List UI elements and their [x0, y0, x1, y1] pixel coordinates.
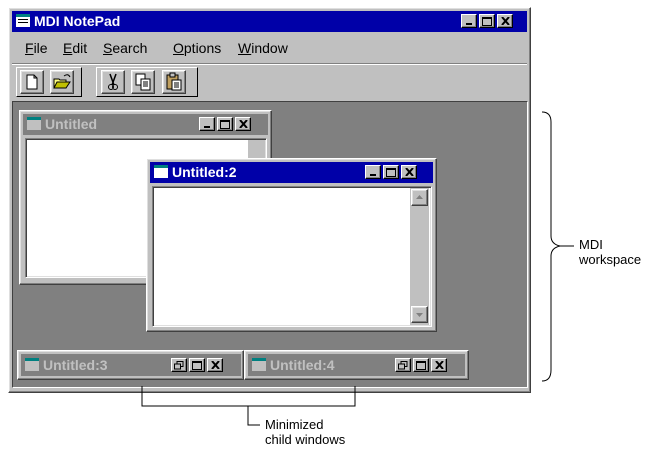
annotation-brackets: [141, 111, 574, 426]
mdi-workspace-caption: MDI workspace: [579, 237, 642, 267]
minimized-bracket: [141, 386, 356, 407]
workspace-bracket: [541, 111, 561, 382]
minimized-leader: [247, 406, 260, 426]
minimized-windows-caption: Minimized child windows: [265, 417, 346, 447]
